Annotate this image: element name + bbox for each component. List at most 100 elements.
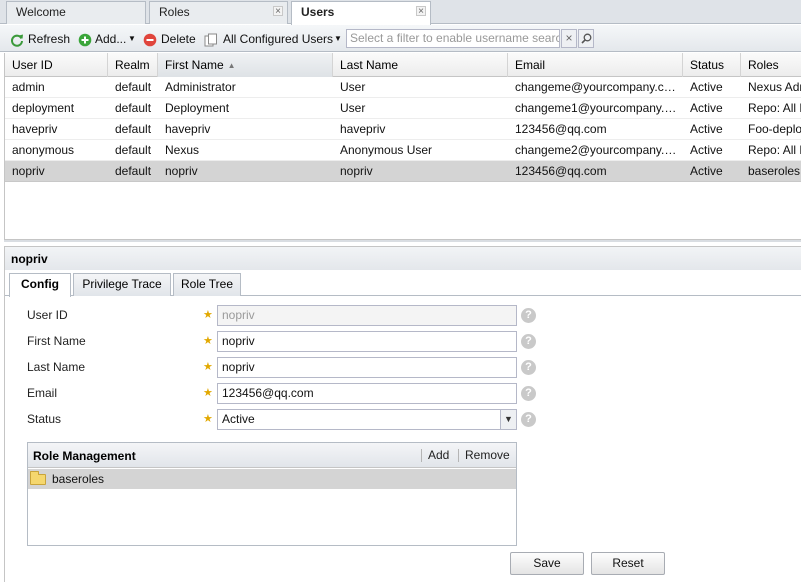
- table-row[interactable]: havepriv default havepriv havepriv 12345…: [5, 119, 801, 140]
- close-icon[interactable]: ×: [273, 6, 283, 17]
- cell-last-name: Anonymous User: [340, 143, 433, 157]
- role-name: baseroles: [52, 472, 105, 486]
- table-row[interactable]: deployment default Deployment User chang…: [5, 98, 801, 119]
- role-management-panel: Role Management Add Remove baseroles: [27, 442, 517, 546]
- cell-user-id: nopriv: [12, 164, 45, 178]
- status-row: Status ★ Active ▼ ?: [5, 409, 545, 431]
- column-header-email[interactable]: Email: [508, 53, 683, 77]
- tab-config[interactable]: Config: [9, 273, 71, 297]
- search-icon[interactable]: [578, 29, 594, 48]
- chevron-down-icon: ▼: [128, 34, 136, 43]
- email-label: Email: [27, 386, 58, 400]
- required-star-icon: ★: [203, 309, 213, 321]
- cell-status: Active: [690, 122, 723, 136]
- last-name-row: Last Name ★ nopriv ?: [5, 357, 545, 379]
- delete-label: Delete: [161, 32, 196, 46]
- cell-email: 123456@qq.com: [515, 164, 607, 178]
- user-source-dropdown[interactable]: All Configured Users ▼: [204, 30, 342, 48]
- column-header-realm[interactable]: Realm: [108, 53, 158, 77]
- help-icon[interactable]: ?: [521, 386, 536, 401]
- save-button[interactable]: Save: [510, 552, 584, 575]
- cell-status: Active: [690, 143, 723, 157]
- cell-user-id: deployment: [12, 101, 75, 115]
- username-filter-input[interactable]: Select a filter to enable username searc…: [346, 29, 560, 48]
- add-role-button[interactable]: Add: [428, 448, 449, 462]
- email-row: Email ★ 123456@qq.com ?: [5, 383, 545, 405]
- close-icon[interactable]: ×: [416, 6, 426, 17]
- refresh-label: Refresh: [28, 32, 71, 46]
- chevron-down-icon[interactable]: ▼: [500, 410, 516, 429]
- cell-roles: baseroles: [748, 164, 801, 178]
- tab-role-tree[interactable]: Role Tree: [173, 273, 241, 296]
- folder-icon: [30, 471, 46, 485]
- detail-tab-strip: Config Privilege Trace Role Tree: [5, 270, 801, 297]
- cell-first-name: Administrator: [165, 80, 236, 94]
- divider: [421, 449, 422, 462]
- first-name-row: First Name ★ nopriv ?: [5, 331, 545, 353]
- refresh-icon: [11, 34, 23, 47]
- help-icon[interactable]: ?: [521, 334, 536, 349]
- table-row-selected[interactable]: nopriv default nopriv nopriv 123456@qq.c…: [5, 161, 801, 182]
- column-header-status[interactable]: Status: [683, 53, 741, 77]
- cell-status: Active: [690, 101, 723, 115]
- sort-ascending-icon: ▲: [227, 61, 236, 70]
- cell-first-name: nopriv: [165, 164, 198, 178]
- cell-roles: Repo: All Repositories: [748, 101, 801, 115]
- cell-first-name: Deployment: [165, 101, 230, 115]
- email-field[interactable]: 123456@qq.com: [217, 383, 517, 404]
- add-button[interactable]: Add... ▼: [78, 30, 138, 48]
- delete-icon: [143, 33, 157, 47]
- first-name-label: First Name: [27, 334, 86, 348]
- table-row[interactable]: anonymous default Nexus Anonymous User c…: [5, 140, 801, 161]
- main-tab-bar: Welcome Roles × Users ×: [0, 0, 801, 25]
- help-icon[interactable]: ?: [521, 308, 536, 323]
- reset-button[interactable]: Reset: [591, 552, 665, 575]
- last-name-field[interactable]: nopriv: [217, 357, 517, 378]
- refresh-button[interactable]: Refresh: [10, 30, 74, 48]
- tab-users[interactable]: Users ×: [291, 1, 431, 25]
- delete-button[interactable]: Delete: [143, 30, 199, 48]
- cell-roles: Foo-deploy: [748, 122, 801, 136]
- status-label: Status: [27, 412, 62, 426]
- help-icon[interactable]: ?: [521, 360, 536, 375]
- cell-email: changeme@yourcompany.com: [515, 80, 679, 94]
- user-id-field: nopriv: [217, 305, 517, 326]
- cell-email: 123456@qq.com: [515, 122, 607, 136]
- column-header-last-name[interactable]: Last Name: [333, 53, 508, 77]
- add-label: Add...: [95, 32, 127, 46]
- required-star-icon: ★: [203, 413, 213, 425]
- cell-last-name: User: [340, 80, 366, 94]
- table-row[interactable]: admin default Administrator User changem…: [5, 77, 801, 98]
- cell-last-name: havepriv: [340, 122, 386, 136]
- cell-realm: default: [115, 143, 152, 157]
- cell-roles: Nexus Administrator Role: [748, 80, 801, 94]
- cell-roles: Repo: All Repositories: [748, 143, 801, 157]
- user-id-label: User ID: [27, 308, 68, 322]
- list-item[interactable]: baseroles: [28, 469, 516, 489]
- cell-realm: default: [115, 122, 152, 136]
- column-header-first-name[interactable]: First Name ▲: [158, 53, 333, 77]
- last-name-label: Last Name: [27, 360, 86, 374]
- cell-realm: default: [115, 101, 152, 115]
- cell-first-name: Nexus: [165, 143, 200, 157]
- tab-privilege-trace[interactable]: Privilege Trace: [73, 273, 171, 296]
- panel-splitter[interactable]: [4, 239, 801, 242]
- remove-role-button[interactable]: Remove: [465, 448, 510, 462]
- grid-header: User ID Realm First Name ▲ Last Name Emai…: [5, 53, 801, 77]
- clear-filter-icon[interactable]: ×: [561, 29, 577, 48]
- tab-roles[interactable]: Roles ×: [149, 1, 288, 24]
- status-select[interactable]: Active ▼: [217, 409, 517, 430]
- required-star-icon: ★: [203, 361, 213, 373]
- tab-welcome[interactable]: Welcome: [6, 1, 146, 24]
- column-header-roles[interactable]: Roles: [741, 53, 801, 77]
- cell-user-id: havepriv: [12, 122, 58, 136]
- cell-first-name: havepriv: [165, 122, 211, 136]
- cell-user-id: anonymous: [12, 143, 75, 157]
- help-icon[interactable]: ?: [521, 412, 536, 427]
- column-header-user-id[interactable]: User ID: [5, 53, 108, 77]
- status-select-value: Active: [222, 412, 255, 426]
- cell-last-name: User: [340, 101, 366, 115]
- first-name-field[interactable]: nopriv: [217, 331, 517, 352]
- cell-user-id: admin: [12, 80, 45, 94]
- cell-realm: default: [115, 164, 152, 178]
